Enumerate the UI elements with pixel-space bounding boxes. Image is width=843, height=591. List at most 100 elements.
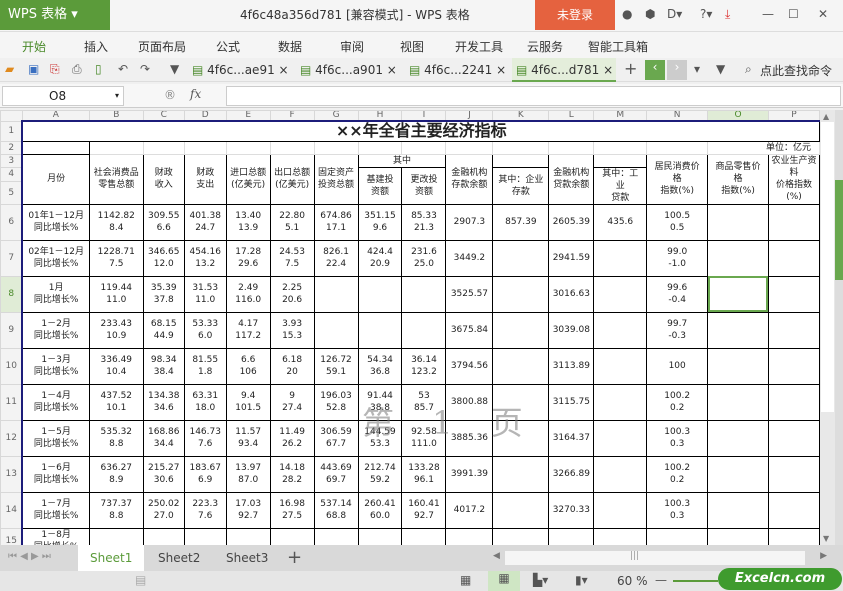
cell[interactable] (707, 275, 769, 313)
row-header-3[interactable]: 3 (0, 153, 23, 168)
column-header-j[interactable]: J (445, 110, 494, 122)
cell[interactable] (401, 275, 447, 313)
cell[interactable] (357, 140, 403, 155)
column-header-g[interactable]: G (313, 110, 359, 122)
cell[interactable]: 24.53 7.5 (269, 239, 315, 277)
scroll-down-icon[interactable]: ▼ (823, 534, 829, 543)
cell[interactable]: 91.44 38.8 (357, 383, 403, 421)
cell[interactable]: 231.6 25.0 (401, 239, 447, 277)
cell[interactable]: 6.6 106 (225, 347, 271, 385)
zoom-formula-icon[interactable]: ® (164, 88, 176, 102)
cell[interactable]: 346.65 12.0 (142, 239, 185, 277)
row-header-2[interactable]: 2 (0, 140, 23, 155)
cell[interactable]: 100.2 0.2 (646, 455, 709, 493)
cell[interactable]: 260.41 60.0 (357, 491, 403, 529)
cell[interactable] (269, 140, 315, 155)
row-label[interactable]: 02年1－12月 同比增长% (21, 239, 90, 277)
zoom-slider[interactable] (673, 580, 718, 582)
cell[interactable] (142, 140, 185, 155)
cell[interactable] (313, 140, 359, 155)
cell[interactable]: 3991.39 (445, 455, 494, 493)
cell[interactable] (767, 455, 820, 493)
download-icon[interactable]: ⤓ (725, 7, 730, 22)
cell[interactable]: 401.38 24.7 (183, 203, 227, 241)
cell[interactable] (646, 527, 709, 545)
add-sheet-icon[interactable]: + (287, 547, 302, 568)
cell[interactable]: 537.14 68.8 (313, 491, 359, 529)
cell[interactable] (646, 140, 709, 155)
name-box[interactable]: O8 ▾ (2, 86, 124, 106)
cell[interactable]: 443.69 69.7 (313, 455, 359, 493)
cell[interactable]: 3885.36 (445, 419, 494, 457)
row-header-9[interactable]: 9 (0, 311, 23, 349)
menu-view[interactable]: 视图 (400, 38, 424, 55)
column-header-b[interactable]: B (88, 110, 144, 122)
cell[interactable]: 424.4 20.9 (357, 239, 403, 277)
cell[interactable] (707, 203, 769, 241)
feedback-icon[interactable]: D▾ (667, 7, 682, 21)
layout-icon[interactable]: ▙▾ (533, 573, 548, 587)
cell[interactable] (313, 275, 359, 313)
login-button[interactable]: 未登录 (535, 0, 615, 30)
row-label[interactable]: 1－7月 同比增长% (21, 491, 90, 529)
cell[interactable]: 160.41 92.7 (401, 491, 447, 529)
cell[interactable]: 636.27 8.9 (88, 455, 144, 493)
cell[interactable] (492, 140, 550, 155)
cell[interactable]: 53 85.7 (401, 383, 447, 421)
print-preview-icon[interactable]: ▯ (95, 62, 102, 76)
cell[interactable] (401, 527, 447, 545)
formula-input[interactable] (226, 86, 841, 106)
cell[interactable]: 212.74 59.2 (357, 455, 403, 493)
close-tab-icon[interactable]: × (603, 63, 613, 77)
cell[interactable]: 3115.75 (548, 383, 595, 421)
cell[interactable] (357, 527, 403, 545)
cell[interactable] (492, 153, 550, 168)
cell[interactable]: 13.40 13.9 (225, 203, 271, 241)
cell[interactable]: 85.33 21.3 (401, 203, 447, 241)
row-label[interactable]: 01年1－12月 同比增长% (21, 203, 90, 241)
row-header-5[interactable]: 5 (0, 180, 23, 205)
close-tab-icon[interactable]: × (279, 63, 289, 77)
menu-formulas[interactable]: 公式 (216, 38, 240, 55)
header-cpi[interactable]: 居民消费价 格 指数(%) (646, 153, 709, 205)
header-renovation[interactable]: 更改投 资额 (401, 166, 447, 205)
cell[interactable]: 92.58 111.0 (401, 419, 447, 457)
cell[interactable]: 3800.88 (445, 383, 494, 421)
row-label[interactable]: 1－8月 同比增长% (21, 527, 90, 545)
normal-view-icon[interactable]: ▦ (460, 573, 471, 587)
menu-page-layout[interactable]: 页面布局 (138, 38, 186, 55)
row-header-7[interactable]: 7 (0, 239, 23, 277)
cell[interactable]: 63.31 18.0 (183, 383, 227, 421)
column-header-m[interactable]: M (593, 110, 648, 122)
cell[interactable] (593, 275, 648, 313)
cell[interactable]: 737.37 8.8 (88, 491, 144, 529)
header-industrial-loans[interactable]: 其中：工 业 贷款 (593, 166, 648, 205)
header-agri-price[interactable]: 农业生产资 料 价格指数(%) (767, 153, 820, 205)
header-fiscal-expenditure[interactable]: 财政 支出 (183, 153, 227, 205)
cell[interactable]: 99.0 -1.0 (646, 239, 709, 277)
cell[interactable]: 2907.3 (445, 203, 494, 241)
column-header-d[interactable]: D (183, 110, 227, 122)
header-infrastructure[interactable]: 基建投 资额 (357, 166, 403, 205)
row-header-13[interactable]: 13 (0, 455, 23, 493)
menu-cloud[interactable]: 云服务 (527, 38, 563, 55)
column-header-f[interactable]: F (269, 110, 315, 122)
cell[interactable] (767, 383, 820, 421)
cell[interactable]: 437.52 10.1 (88, 383, 144, 421)
cell[interactable]: 4017.2 (445, 491, 494, 529)
sheet-tab-1[interactable]: Sheet1 (78, 545, 145, 571)
cell[interactable] (593, 347, 648, 385)
cell[interactable]: 674.86 17.1 (313, 203, 359, 241)
cell[interactable] (593, 455, 648, 493)
sheet-tab-2[interactable]: Sheet2 (146, 545, 212, 571)
cell[interactable] (593, 419, 648, 457)
cell[interactable]: 6.18 20 (269, 347, 315, 385)
cell[interactable]: 98.34 38.4 (142, 347, 185, 385)
cell[interactable]: 22.80 5.1 (269, 203, 315, 241)
header-fixed-investment[interactable]: 固定资产 投资总额 (313, 153, 359, 205)
next-tab-icon[interactable]: › (667, 60, 687, 80)
column-header-n[interactable]: N (646, 110, 709, 122)
cell[interactable]: 146.73 7.6 (183, 419, 227, 457)
column-header-o[interactable]: O (707, 110, 769, 122)
cell[interactable]: 100.5 0.5 (646, 203, 709, 241)
